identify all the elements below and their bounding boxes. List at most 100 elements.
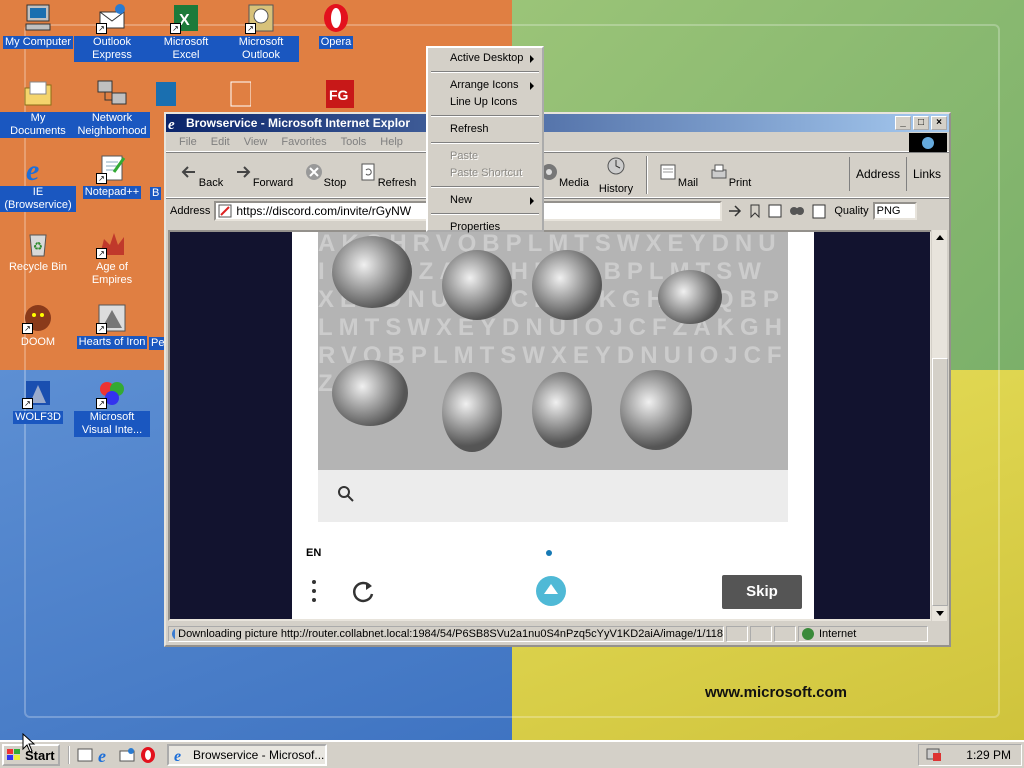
desktop-icon-excel[interactable]: X ↗ Microsoft Excel bbox=[148, 2, 224, 62]
history-button[interactable]: History bbox=[590, 156, 642, 195]
captcha-tile-pig-2[interactable] bbox=[620, 370, 692, 450]
doom-icon: ↗ bbox=[22, 302, 54, 334]
menu-item-refresh[interactable]: Refresh bbox=[430, 121, 540, 138]
more-options-icon[interactable] bbox=[310, 579, 318, 603]
taskbar: Start e e Browservice - Microsof... 1:29… bbox=[0, 740, 1024, 768]
desktop-icon-partial[interactable] bbox=[148, 78, 176, 112]
desktop-icon-wolf3d[interactable]: ↗ WOLF3D bbox=[0, 377, 76, 424]
progress-dot bbox=[546, 550, 552, 556]
desktop-icon-partial-label-2[interactable]: Pe bbox=[149, 337, 167, 350]
menu-help[interactable]: Help bbox=[373, 136, 410, 148]
reload-captcha-icon[interactable] bbox=[350, 578, 376, 604]
language-label[interactable]: EN bbox=[306, 547, 321, 559]
clipboard-icon[interactable] bbox=[810, 203, 828, 219]
scroll-thumb[interactable] bbox=[932, 358, 948, 606]
desktop-icon-partial-label[interactable]: B bbox=[150, 187, 164, 200]
desktop-icon-label: My Documents bbox=[0, 112, 76, 138]
svg-text:e: e bbox=[174, 748, 181, 763]
page-viewport[interactable]: AKGHRVQBPLMTSWXEYDNUIOJCFZAKGHRVQBPLMTSW… bbox=[168, 230, 932, 621]
internet-explorer-icon[interactable]: e bbox=[97, 746, 115, 764]
quick-launch: e bbox=[68, 746, 157, 764]
stop-button[interactable]: Stop bbox=[294, 162, 356, 189]
bookmark-icon[interactable] bbox=[748, 203, 762, 219]
links-toolbar-label[interactable]: Links bbox=[905, 157, 947, 191]
shortcut-icon bbox=[148, 78, 176, 110]
desktop-icon-doom[interactable]: ↗ DOOM bbox=[0, 302, 76, 349]
browser-window[interactable]: e Browservice - Microsoft Internet Explo… bbox=[164, 112, 951, 647]
menu-bar: File Edit View Favorites Tools Help bbox=[166, 132, 949, 153]
desktop-icon-network[interactable]: Network Neighborhood bbox=[74, 78, 150, 138]
captcha-tile-boar[interactable] bbox=[532, 372, 592, 448]
menu-item-new[interactable]: New bbox=[430, 192, 540, 209]
mail-button[interactable]: Mail bbox=[652, 162, 704, 189]
menu-item-paste: Paste bbox=[450, 150, 479, 162]
desktop-icon-age-of-empires[interactable]: ↗ Age of Empires bbox=[74, 227, 150, 287]
menu-file[interactable]: File bbox=[172, 136, 204, 148]
menu-tools[interactable]: Tools bbox=[334, 136, 374, 148]
desktop-icon-fg[interactable]: FG bbox=[320, 78, 360, 112]
captcha-tile-dolphin[interactable] bbox=[532, 250, 602, 320]
menu-item-properties[interactable]: Properties bbox=[430, 219, 540, 236]
submenu-arrow-icon bbox=[530, 197, 534, 205]
menu-item-arrange-icons[interactable]: Arrange Icons bbox=[430, 77, 540, 94]
search-icon[interactable] bbox=[336, 484, 356, 504]
zoom-fit-icon[interactable] bbox=[766, 203, 784, 219]
tray-network-icon[interactable] bbox=[925, 747, 943, 763]
scroll-up-icon[interactable] bbox=[932, 230, 948, 244]
media-button[interactable]: Media bbox=[538, 162, 590, 189]
outlook-express-icon: ↗ bbox=[96, 2, 128, 34]
menu-view[interactable]: View bbox=[237, 136, 275, 148]
computer-icon bbox=[22, 2, 54, 34]
desktop-icon-recycle-bin[interactable]: ♻ Recycle Bin bbox=[0, 227, 76, 274]
refresh-button[interactable]: Refresh bbox=[356, 162, 418, 189]
skip-button[interactable]: Skip bbox=[722, 575, 802, 609]
submenu-arrow-icon bbox=[530, 55, 534, 63]
print-button[interactable]: Print bbox=[704, 162, 756, 189]
quality-select[interactable]: PNG bbox=[872, 201, 917, 220]
maximize-button[interactable]: □ bbox=[913, 116, 929, 130]
captcha-tile-penguin[interactable] bbox=[442, 372, 502, 452]
captcha-tile-elephant[interactable] bbox=[332, 236, 412, 308]
captcha-tile-fish[interactable] bbox=[332, 360, 408, 426]
desktop-icon-partial-2[interactable] bbox=[223, 78, 252, 112]
go-arrow-icon[interactable] bbox=[726, 203, 744, 219]
desktop-icon-my-documents[interactable]: My Documents bbox=[0, 78, 76, 138]
menu-favorites[interactable]: Favorites bbox=[274, 136, 333, 148]
captcha-tile-pig[interactable] bbox=[442, 250, 512, 320]
captcha-image-grid[interactable]: AKGHRVQBPLMTSWXEYDNUIOJCFZAKGHRVQBPLMTSW… bbox=[318, 232, 788, 470]
vertical-scrollbar[interactable] bbox=[931, 230, 948, 621]
desktop-icon-hearts-of-iron[interactable]: ↗ Hearts of Iron bbox=[74, 302, 150, 349]
captcha-search-strip bbox=[318, 470, 788, 522]
outlook-icon: ↗ bbox=[245, 2, 277, 34]
zone-label: Internet bbox=[819, 628, 857, 640]
scroll-down-icon[interactable] bbox=[932, 607, 948, 621]
desktop-icon-label: Recycle Bin bbox=[8, 261, 68, 273]
captcha-tile-frog[interactable] bbox=[658, 270, 722, 324]
clock[interactable]: 1:29 PM bbox=[966, 748, 1011, 762]
desktop-icon-opera[interactable]: Opera bbox=[298, 2, 374, 49]
desktop-icon-outlook-express[interactable]: ↗ Outlook Express bbox=[74, 2, 150, 62]
desktop-icon-visual-interdev[interactable]: ↗ Microsoft Visual Inte... bbox=[74, 377, 150, 437]
minimize-button[interactable]: _ bbox=[895, 116, 911, 130]
toolbar: Back Forward Stop Refresh Ho ites Media … bbox=[166, 152, 949, 198]
find-icon[interactable] bbox=[788, 203, 806, 219]
close-button[interactable]: × bbox=[931, 116, 947, 130]
show-desktop-icon[interactable] bbox=[76, 746, 94, 764]
menu-edit[interactable]: Edit bbox=[204, 136, 237, 148]
opera-icon[interactable] bbox=[139, 746, 157, 764]
desktop-icon-notepadpp[interactable]: ↗ Notepad++ bbox=[74, 152, 150, 199]
back-button[interactable]: Back bbox=[170, 162, 232, 189]
desktop-icon-label: Notepad++ bbox=[82, 186, 142, 199]
menu-item-active-desktop[interactable]: Active Desktop bbox=[430, 50, 540, 67]
outlook-express-icon[interactable] bbox=[118, 746, 136, 764]
menu-item-line-up-icons[interactable]: Line Up Icons bbox=[430, 94, 540, 111]
address-toolbar-label[interactable]: Address bbox=[848, 157, 906, 191]
desktop-icon-outlook[interactable]: ↗ Microsoft Outlook bbox=[223, 2, 299, 62]
svg-text:FG: FG bbox=[329, 87, 349, 103]
desktop-icon-label: Microsoft Excel bbox=[148, 36, 224, 62]
window-titlebar[interactable]: e Browservice - Microsoft Internet Explo… bbox=[166, 114, 949, 132]
taskbar-button-browservice[interactable]: e Browservice - Microsof... bbox=[167, 744, 327, 766]
desktop-icon-ie-browservice[interactable]: e IE (Browservice) bbox=[0, 152, 76, 212]
forward-button[interactable]: Forward bbox=[232, 162, 294, 189]
desktop-icon-my-computer[interactable]: My Computer bbox=[0, 2, 76, 49]
